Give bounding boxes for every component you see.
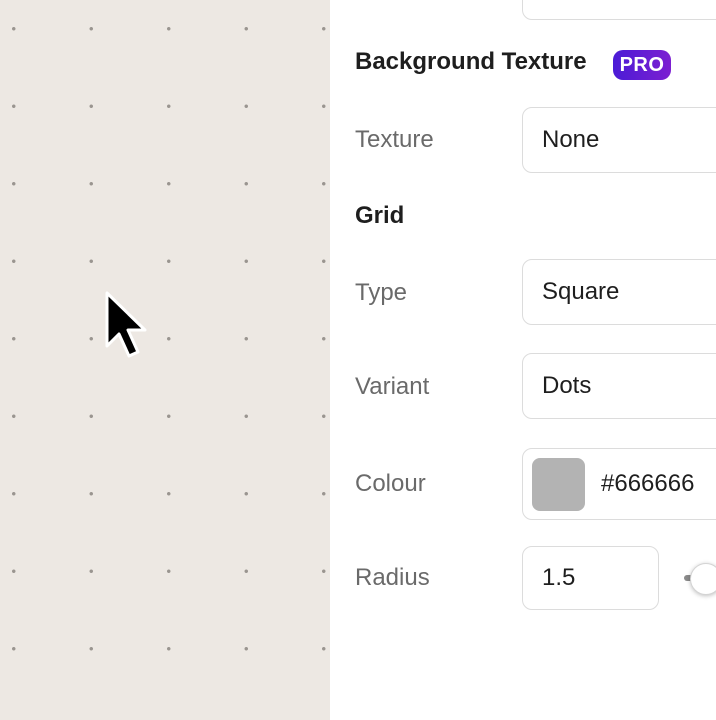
radius-input-value: 1.5: [542, 564, 576, 591]
grid-heading: Grid: [355, 202, 405, 229]
grid-type-select[interactable]: Square: [522, 259, 716, 325]
pro-badge: PRO: [613, 50, 671, 80]
radius-input[interactable]: 1.5: [522, 546, 659, 610]
variant-label: Variant: [355, 373, 430, 400]
grid-variant-select-value: Dots: [542, 372, 592, 399]
radius-slider-thumb[interactable]: [690, 563, 716, 595]
background-texture-heading: Background Texture: [355, 48, 587, 75]
grid-colour-picker[interactable]: #666666: [522, 448, 716, 520]
colour-swatch[interactable]: [532, 458, 585, 511]
colour-label: Colour: [355, 470, 426, 497]
radius-label: Radius: [355, 564, 430, 591]
settings-panel: Background Texture PRO Texture None Grid…: [330, 0, 716, 720]
arrow-cursor-icon: [105, 291, 147, 358]
grid-type-select-value: Square: [542, 278, 620, 305]
texture-select-value: None: [542, 126, 600, 153]
app-root: Background Texture PRO Texture None Grid…: [0, 0, 716, 720]
dot-grid-canvas[interactable]: [0, 0, 330, 720]
previous-field[interactable]: [522, 0, 716, 20]
texture-label: Texture: [355, 126, 434, 153]
grid-variant-select[interactable]: Dots: [522, 353, 716, 419]
colour-hex-value: #666666: [601, 470, 695, 497]
type-label: Type: [355, 279, 408, 306]
texture-select[interactable]: None: [522, 107, 716, 173]
